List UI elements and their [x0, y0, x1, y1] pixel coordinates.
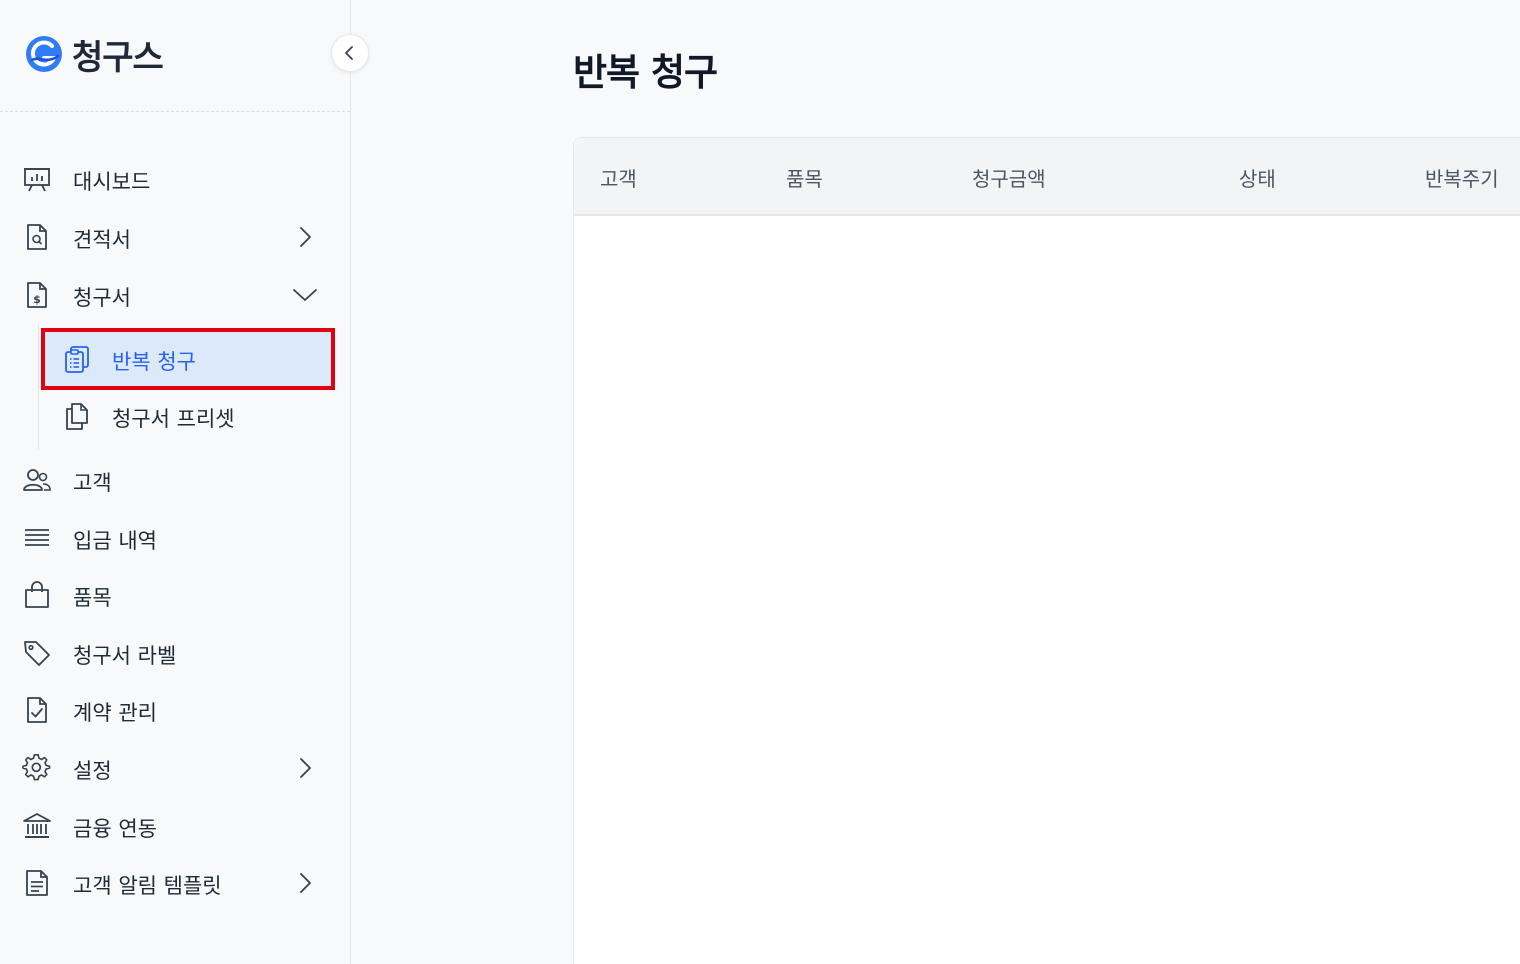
- brand-header: 청구스: [0, 0, 350, 112]
- sidebar-subitem-invoice-presets[interactable]: 청구서 프리셋: [44, 388, 332, 444]
- sidebar-item-label: 설정: [73, 759, 112, 783]
- sidebar-item-invoice-labels[interactable]: 청구서 라벨: [0, 628, 350, 676]
- brand-logo-icon[interactable]: [24, 34, 64, 74]
- sidebar-item-label: 품목: [73, 586, 112, 610]
- sidebar-item-quotes[interactable]: 견적서: [0, 212, 350, 260]
- sidebar-item-contracts[interactable]: 계약 관리: [0, 685, 350, 733]
- tag-icon: [24, 641, 50, 666]
- sidebar-item-label: 고객: [73, 471, 112, 495]
- svg-text:$: $: [33, 293, 41, 306]
- sidebar-subitem-label: 반복 청구: [112, 350, 196, 374]
- sidebar-item-notification-templates[interactable]: 고객 알림 템플릿: [0, 858, 350, 906]
- document-text-icon: [26, 870, 48, 896]
- users-icon: [23, 469, 51, 491]
- collapse-sidebar-button[interactable]: [331, 34, 369, 72]
- sidebar-item-settings[interactable]: 설정: [0, 743, 350, 791]
- sidebar-item-label: 청구서 라벨: [73, 644, 177, 668]
- sidebar-item-label: 고객 알림 템플릿: [73, 874, 222, 898]
- submenu-guide-line: [38, 324, 39, 450]
- list-lines-icon: [25, 529, 49, 546]
- document-dollar-icon: $: [27, 282, 47, 308]
- sidebar-subitem-recurring-billing[interactable]: 반복 청구: [41, 328, 335, 390]
- presentation-chart-icon: [24, 168, 50, 192]
- column-header-status[interactable]: 상태: [1239, 163, 1276, 192]
- shopping-bag-icon: [25, 581, 49, 608]
- page-title: 반복 청구: [573, 51, 718, 94]
- sidebar-item-deposits[interactable]: 입금 내역: [0, 513, 350, 561]
- clipboard-list-icon: [65, 346, 89, 373]
- document-search-icon: [27, 224, 47, 250]
- sidebar-item-label: 금융 연동: [73, 817, 157, 841]
- chevron-right-icon: [300, 758, 311, 778]
- documents-copy-icon: [66, 403, 88, 430]
- sidebar-item-label: 청구서: [73, 286, 131, 310]
- column-header-amount[interactable]: 청구금액: [972, 163, 1046, 192]
- column-header-item[interactable]: 품목: [786, 163, 823, 192]
- sidebar-item-dashboard[interactable]: 대시보드: [0, 154, 350, 202]
- table-header: 고객 품목 청구금액 상태 반복주기: [574, 138, 1520, 216]
- app-root: 청구스 대시보드 견적서 $ 청구서 반복 청구 청구서 프리셋 고객 입금 내…: [0, 0, 1520, 964]
- recurring-billing-table: 고객 품목 청구금액 상태 반복주기: [573, 137, 1520, 964]
- sidebar-item-label: 계약 관리: [73, 701, 157, 725]
- sidebar-item-products[interactable]: 품목: [0, 570, 350, 618]
- column-header-cycle[interactable]: 반복주기: [1425, 163, 1499, 192]
- document-check-icon: [27, 697, 47, 723]
- column-header-customer[interactable]: 고객: [600, 163, 637, 192]
- sidebar-item-customers[interactable]: 고객: [0, 455, 350, 503]
- sidebar-item-label: 입금 내역: [73, 529, 157, 553]
- gear-icon: [22, 754, 51, 781]
- chevron-down-icon: [293, 289, 317, 301]
- brand-name: 청구스: [72, 38, 164, 78]
- chevron-right-icon: [300, 227, 311, 247]
- sidebar-item-finance-integration[interactable]: 금융 연동: [0, 801, 350, 849]
- bank-icon: [23, 813, 51, 838]
- sidebar-item-label: 대시보드: [73, 170, 151, 194]
- sidebar: 청구스 대시보드 견적서 $ 청구서 반복 청구 청구서 프리셋 고객 입금 내…: [0, 0, 369, 964]
- sidebar-item-invoices[interactable]: $ 청구서: [0, 270, 350, 318]
- sidebar-subitem-label: 청구서 프리셋: [112, 407, 235, 431]
- chevron-right-icon: [300, 873, 311, 893]
- chevron-left-icon: [345, 46, 353, 60]
- sidebar-item-label: 견적서: [73, 228, 131, 252]
